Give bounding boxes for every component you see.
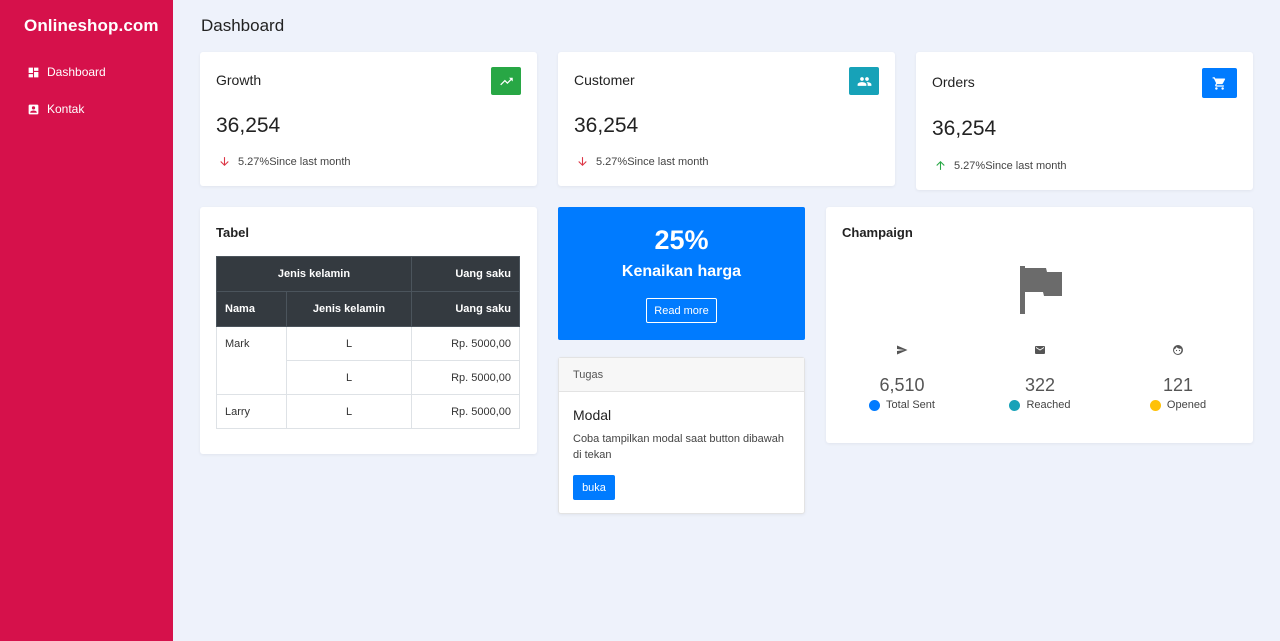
legend-dot xyxy=(869,399,881,411)
stat-label: Total Sent xyxy=(886,399,935,411)
card-title: Customer xyxy=(574,72,635,88)
legend-dot xyxy=(1009,399,1021,411)
trend-value: 5.27% xyxy=(954,159,986,172)
table-row: Larry L Rp. 5000,00 xyxy=(216,394,520,429)
campaign-stat-opened: 121 Opened xyxy=(1118,343,1238,411)
stat-label: Reached xyxy=(1026,399,1071,411)
stat-value: 6,510 xyxy=(879,375,925,395)
send-icon xyxy=(842,343,962,361)
arrow-down-icon xyxy=(220,157,229,167)
read-more-button[interactable]: Read more xyxy=(646,298,717,323)
trend-info: 5.27% Since last month xyxy=(218,155,351,168)
table-cell: Mark xyxy=(216,326,287,395)
stat-legend: Opened xyxy=(1118,399,1238,411)
sidebar-item-label: Kontak xyxy=(47,102,85,116)
card-value: 36,254 xyxy=(574,114,639,137)
contact-icon xyxy=(28,104,39,114)
trend-text: Since last month xyxy=(269,155,351,168)
campaign-stat-total-sent: 6,510 Total Sent xyxy=(842,343,962,411)
promo-text: Kenaikan harga xyxy=(621,263,742,280)
section-title: Tabel xyxy=(216,225,249,240)
trend-text: Since last month xyxy=(985,159,1067,172)
column-header: Nama xyxy=(216,291,287,327)
buka-button[interactable]: buka xyxy=(573,475,615,500)
stat-value: 322 xyxy=(1024,375,1056,395)
stat-legend: Reached xyxy=(980,399,1100,411)
table-cell: Larry xyxy=(216,394,287,429)
task-card: Tugas Modal Coba tampilkan modal saat bu… xyxy=(558,357,805,514)
table-cell: L xyxy=(286,326,412,361)
card-header: Tugas xyxy=(559,358,804,392)
customer-card: Customer 36,254 5.27% Since last month xyxy=(558,52,895,186)
promo-card: 25% Kenaikan harga Read more xyxy=(558,207,805,340)
promo-percent: 25% xyxy=(654,225,709,255)
data-table: Jenis kelamin Uang saku Nama Jenis kelam… xyxy=(216,256,520,429)
people-icon xyxy=(849,67,879,95)
dashboard-icon xyxy=(28,67,39,77)
flag-icon xyxy=(1020,266,1062,314)
sidebar: Onlineshop.com Dashboard Kontak xyxy=(0,0,173,641)
trend-info: 5.27% Since last month xyxy=(576,155,709,168)
card-value: 36,254 xyxy=(216,114,281,137)
trend-value: 5.27% xyxy=(238,155,270,168)
sidebar-item-kontak[interactable]: Kontak xyxy=(27,102,84,116)
table-cell: Rp. 5000,00 xyxy=(411,394,520,429)
sidebar-item-dashboard[interactable]: Dashboard xyxy=(27,65,106,79)
sidebar-item-label: Dashboard xyxy=(47,65,106,79)
campaign-stat-reached: 322 Reached xyxy=(980,343,1100,411)
trending-up-icon xyxy=(491,67,521,95)
arrow-up-icon xyxy=(936,160,945,170)
trend-value: 5.27% xyxy=(596,155,628,168)
table-cell: L xyxy=(286,360,412,395)
table-cell: Rp. 5000,00 xyxy=(411,326,520,361)
page-title: Dashboard xyxy=(201,16,285,35)
column-header: Uang saku xyxy=(411,291,520,327)
table-card: Tabel Jenis kelamin Uang saku Nama Jenis… xyxy=(200,207,537,454)
card-title: Growth xyxy=(216,72,262,88)
card-value: 36,254 xyxy=(932,117,997,140)
stat-label: Opened xyxy=(1166,399,1207,411)
arrow-down-icon xyxy=(578,157,587,167)
brand-logo[interactable]: Onlineshop.com xyxy=(24,16,159,36)
legend-dot xyxy=(1149,399,1161,411)
table-cell: L xyxy=(286,394,412,429)
growth-card: Growth 36,254 5.27% Since last month xyxy=(200,52,537,186)
orders-card: Orders 36,254 5.27% Since last month xyxy=(916,52,1253,190)
column-header: Jenis kelamin xyxy=(286,291,412,327)
trend-info: 5.27% Since last month xyxy=(934,159,1067,172)
stat-legend: Total Sent xyxy=(842,399,962,411)
section-title: Champaign xyxy=(842,225,913,240)
stat-value: 121 xyxy=(1162,375,1194,395)
table-row: Mark L Rp. 5000,00 xyxy=(216,326,520,395)
face-icon xyxy=(1118,343,1238,361)
mail-icon xyxy=(980,343,1100,361)
modal-text: Coba tampilkan modal saat button dibawah… xyxy=(573,433,784,461)
modal-title: Modal xyxy=(573,407,612,423)
campaign-card: Champaign 6,510 Total Sent 322 Reached 1… xyxy=(826,207,1253,443)
card-title: Orders xyxy=(932,74,975,90)
trend-text: Since last month xyxy=(627,155,709,168)
column-header: Jenis kelamin xyxy=(216,256,412,292)
column-header: Uang saku xyxy=(411,256,520,292)
cart-icon xyxy=(1202,68,1237,98)
table-cell: Rp. 5000,00 xyxy=(411,360,520,395)
